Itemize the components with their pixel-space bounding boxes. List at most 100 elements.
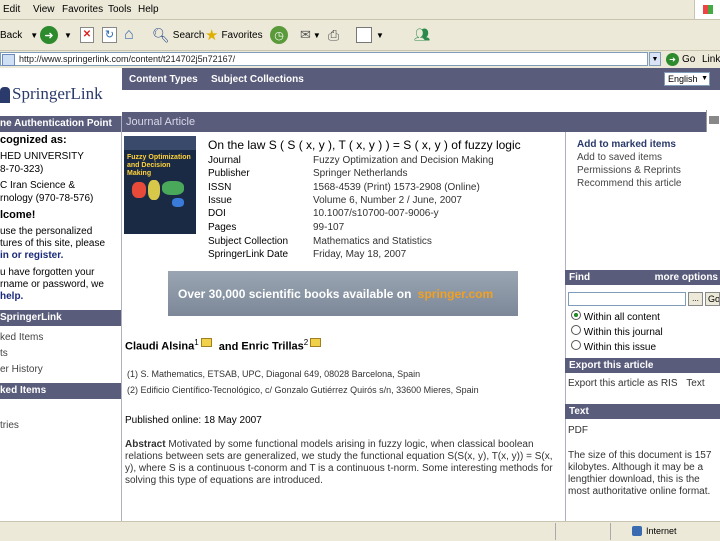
meta-label-issn: ISSN bbox=[208, 182, 232, 193]
permissions-reprints-link[interactable]: Permissions & Reprints bbox=[577, 165, 681, 176]
back-button[interactable]: Back ▼ bbox=[0, 24, 38, 46]
scope-this-issue[interactable]: Within this issue bbox=[571, 340, 656, 353]
scope-all-content[interactable]: Within all content bbox=[571, 310, 660, 323]
home-button[interactable]: ⌂ bbox=[124, 24, 134, 46]
home-icon: ⌂ bbox=[124, 26, 134, 43]
sidebar-item-alerts[interactable]: ts bbox=[0, 348, 8, 359]
marked-items-bar: ked Items bbox=[0, 383, 121, 399]
author-2[interactable]: Enric Trillas bbox=[241, 341, 303, 353]
published-date: Published online: 18 May 2007 bbox=[125, 415, 262, 426]
messenger-button[interactable]: 👥︎ bbox=[414, 24, 431, 46]
pdf-link[interactable]: PDF bbox=[568, 425, 588, 436]
banner-text: Over 30,000 scientific books available o… bbox=[178, 287, 412, 301]
text-bar: Text bbox=[565, 404, 720, 419]
register-link[interactable]: in or register. bbox=[0, 250, 63, 261]
meta-value-date: Friday, May 18, 2007 bbox=[313, 249, 407, 260]
author-1[interactable]: Claudi Alsina bbox=[125, 341, 194, 353]
email-icon[interactable] bbox=[310, 338, 322, 347]
search-button[interactable]: 🔍︎ Search bbox=[152, 24, 204, 46]
search-icon: 🔍︎ bbox=[152, 26, 170, 43]
find-label: Find bbox=[569, 272, 591, 283]
menu-bar: Edit View Favorites Tools Help bbox=[0, 0, 720, 20]
language-select[interactable]: English ▼ bbox=[664, 72, 710, 86]
address-input[interactable]: http://www.springerlink.com/content/t214… bbox=[0, 52, 648, 66]
article-title: On the law S ( S ( x, y ), T ( x, y ) ) … bbox=[208, 138, 521, 152]
help-link[interactable]: help. bbox=[0, 291, 23, 302]
meta-value-journal[interactable]: Fuzzy Optimization and Decision Making bbox=[313, 155, 494, 166]
author-1-sup: 1 bbox=[194, 338, 199, 347]
springerlink-logo[interactable]: SpringerLink bbox=[0, 84, 103, 104]
institution-line: HED UNIVERSITY bbox=[0, 151, 84, 162]
springer-horse-icon bbox=[0, 87, 10, 104]
scope-label: Within this journal bbox=[583, 327, 663, 338]
address-dropdown-button[interactable]: ▼ bbox=[649, 52, 661, 66]
menu-tools[interactable]: Tools bbox=[108, 4, 131, 15]
left-separator bbox=[121, 116, 122, 522]
abstract-label: Abstract bbox=[125, 439, 166, 450]
meta-label-doi: DOI bbox=[208, 208, 226, 219]
abstract-text: Motivated by some functional models aris… bbox=[125, 439, 553, 486]
affiliation-2: (2) Edificio Científico-Tecnológico, c/ … bbox=[127, 385, 479, 395]
address-text: http://www.springerlink.com/content/t214… bbox=[19, 54, 236, 64]
go-label: Go bbox=[682, 54, 696, 65]
meta-value-subject[interactable]: Mathematics and Statistics bbox=[313, 236, 432, 247]
sidebar-item-entries[interactable]: tries bbox=[0, 420, 19, 431]
export-row: Export this article as RIS Text bbox=[568, 378, 705, 389]
mail-icon: ✉ bbox=[300, 27, 311, 42]
radio-icon bbox=[571, 340, 581, 350]
meta-value-issue[interactable]: Volume 6, Number 2 / June, 2007 bbox=[313, 195, 462, 206]
find-bar: Find more options bbox=[565, 270, 720, 285]
personalized-line-2: tures of this site, please bbox=[0, 238, 106, 249]
sidebar-item-history[interactable]: er History bbox=[0, 364, 43, 375]
browser-toolbar: Back ▼ ➜ ▼ ✕ ↻ ⌂ 🔍︎ Search ★ Favorites ◷… bbox=[0, 20, 720, 51]
sidebar-item-marked[interactable]: ked Items bbox=[0, 332, 43, 343]
find-input[interactable] bbox=[568, 292, 686, 306]
export-ris-link[interactable]: Export this article as RIS bbox=[568, 378, 677, 389]
mail-button[interactable]: ✉ ▼ bbox=[300, 24, 321, 46]
history-button[interactable]: ◷ bbox=[270, 24, 288, 46]
go-button[interactable]: ➜ Go bbox=[666, 52, 695, 67]
nav-subject-collections[interactable]: Subject Collections bbox=[211, 74, 304, 85]
favorites-button[interactable]: ★ Favorites bbox=[205, 24, 263, 46]
find-browse-button[interactable]: ... bbox=[688, 292, 703, 306]
banner-brand: springer.com bbox=[417, 287, 494, 301]
add-to-marked-items-link[interactable]: Add to marked items bbox=[577, 139, 676, 150]
menu-edit[interactable]: Edit bbox=[3, 4, 20, 15]
meta-label-publisher: Publisher bbox=[208, 168, 250, 179]
refresh-button[interactable]: ↻ bbox=[102, 24, 117, 46]
left-sidebar: ne Authentication Point cognized as: HED… bbox=[0, 116, 122, 522]
forward-arrow-icon: ➜ bbox=[40, 26, 58, 44]
add-to-saved-items-link[interactable]: Add to saved items bbox=[577, 152, 662, 163]
recommend-article-link[interactable]: Recommend this article bbox=[577, 178, 681, 189]
links-label[interactable]: Links bbox=[702, 54, 720, 65]
meta-value-publisher: Springer Netherlands bbox=[313, 168, 408, 179]
logo-text: SpringerLink bbox=[12, 84, 103, 103]
menu-favorites[interactable]: Favorites bbox=[62, 4, 103, 15]
email-icon[interactable] bbox=[200, 338, 212, 347]
meta-value-doi: 10.1007/s10700-007-9006-y bbox=[313, 208, 439, 219]
find-go-button[interactable]: Go bbox=[705, 292, 720, 306]
menu-view[interactable]: View bbox=[33, 4, 55, 15]
forgot-line-2: rname or password, we bbox=[0, 279, 104, 290]
world-map-icon bbox=[128, 176, 192, 214]
nav-content-types[interactable]: Content Types bbox=[129, 74, 198, 85]
back-label: Back bbox=[0, 29, 23, 41]
export-bar: Export this article bbox=[565, 358, 720, 373]
chevron-down-icon: ▼ bbox=[30, 30, 39, 40]
export-text-link[interactable]: Text bbox=[686, 378, 704, 389]
stop-button[interactable]: ✕ bbox=[80, 24, 94, 46]
print-icon[interactable] bbox=[706, 110, 720, 132]
more-options-link[interactable]: more options bbox=[655, 270, 718, 285]
radio-selected-icon bbox=[571, 310, 581, 320]
chevron-down-icon: ▼ bbox=[376, 30, 384, 40]
springer-books-banner[interactable]: Over 30,000 scientific books available o… bbox=[168, 271, 518, 316]
meta-label-subject: Subject Collection bbox=[208, 236, 289, 247]
scope-this-journal[interactable]: Within this journal bbox=[571, 325, 663, 338]
forward-button[interactable]: ➜ ▼ bbox=[40, 24, 72, 46]
page-type-label: Journal Article bbox=[126, 116, 196, 128]
print-button[interactable]: ⎙ bbox=[328, 24, 339, 46]
text-label: Text bbox=[569, 406, 589, 417]
menu-help[interactable]: Help bbox=[138, 4, 159, 15]
history-clock-icon: ◷ bbox=[270, 26, 288, 44]
edit-button[interactable]: ▼ bbox=[356, 24, 384, 46]
